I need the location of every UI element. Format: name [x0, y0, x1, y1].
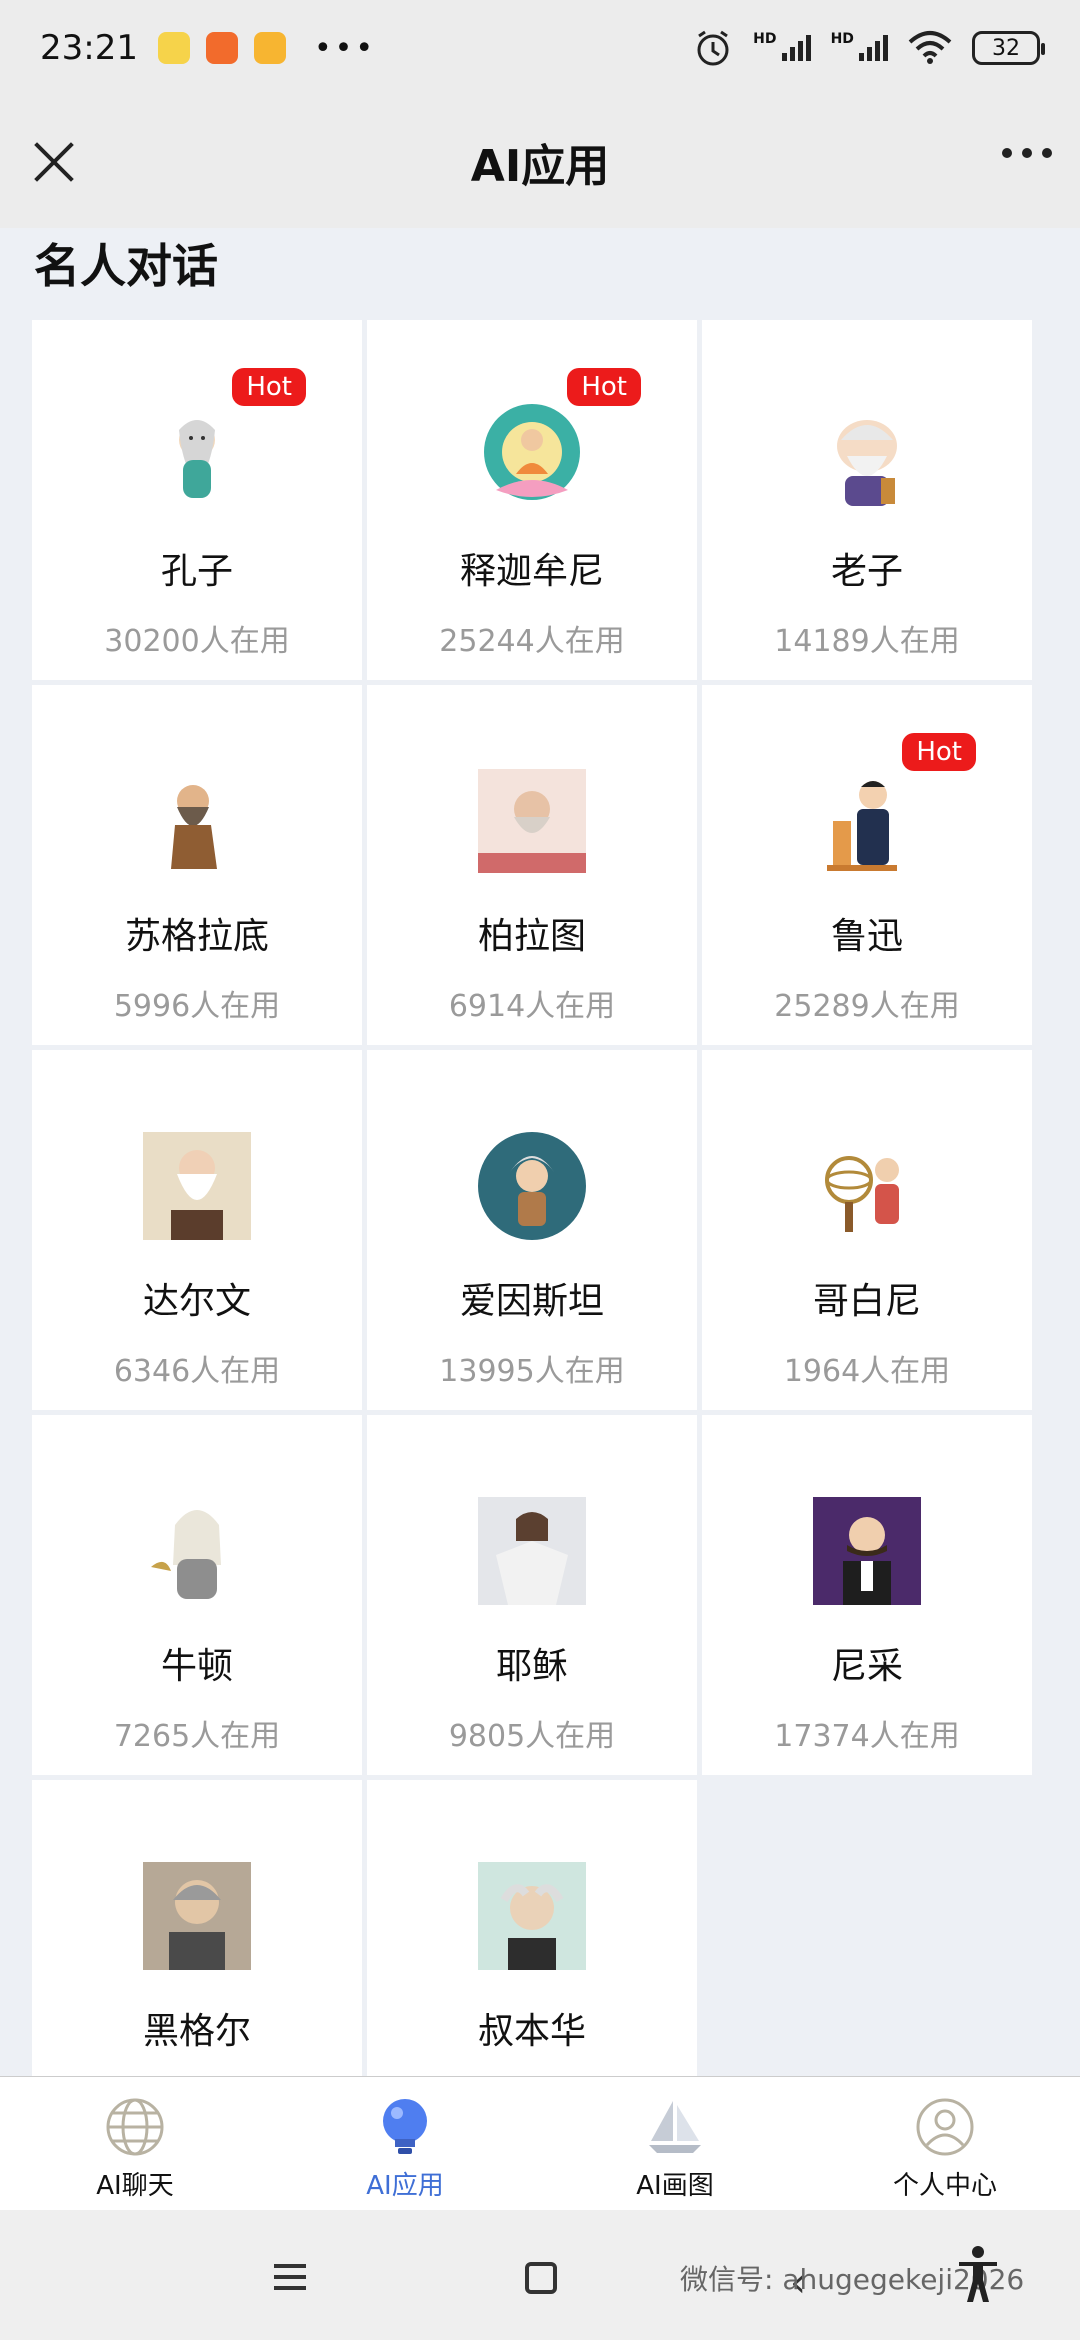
alarm-icon [697, 30, 729, 66]
jesus-avatar-icon [476, 1495, 588, 1607]
usage-count: 30200人在用 [104, 624, 290, 659]
signal-bars-icon [859, 31, 888, 61]
tab-profile[interactable]: 个人中心 [810, 2077, 1080, 2210]
celebrity-card[interactable]: 耶稣 9805人在用 [367, 1415, 697, 1775]
celebrity-name: 牛顿 [160, 1646, 233, 1687]
usage-count: 6346人在用 [113, 1354, 281, 1389]
signal-1: HD [753, 31, 811, 65]
usage-count: 13995人在用 [439, 1354, 625, 1389]
tab-ai-drawing[interactable]: AI画图 [540, 2077, 810, 2210]
celebrity-name: 释迦牟尼 [459, 551, 604, 592]
recent-apps-icon[interactable] [274, 2264, 306, 2290]
copernicus-avatar-icon [811, 1130, 923, 1242]
celebrity-card[interactable]: 尼采 17374人在用 [702, 1415, 1032, 1775]
home-icon[interactable] [525, 2262, 557, 2294]
celebrity-name: 哥白尼 [812, 1281, 921, 1322]
celebrity-name: 孔子 [160, 551, 233, 592]
battery-icon: 32 [972, 31, 1045, 65]
app-header: AI应用 [0, 96, 1080, 228]
close-icon[interactable] [32, 140, 76, 184]
status-time: 23:21 [40, 28, 138, 68]
usage-count: 6914人在用 [448, 989, 616, 1024]
plato-avatar-icon [476, 765, 588, 877]
tab-ai-chat[interactable]: AI聊天 [0, 2077, 270, 2210]
celebrity-card[interactable]: 老子 14189人在用 [702, 320, 1032, 680]
luxun-avatar-icon [811, 765, 923, 877]
socrates-avatar-icon [141, 765, 253, 877]
celebrity-card[interactable]: 牛顿 7265人在用 [32, 1415, 362, 1775]
usage-count: 7265人在用 [113, 1719, 281, 1754]
celebrity-name: 达尔文 [142, 1281, 251, 1322]
tab-label: AI聊天 [96, 2171, 174, 2201]
hot-badge: Hot [902, 733, 976, 771]
tab-label: 个人中心 [892, 2171, 997, 2201]
nietzsche-avatar-icon [811, 1495, 923, 1607]
celebrity-name: 黑格尔 [142, 2011, 251, 2052]
signal-2: HD [831, 31, 888, 65]
status-bar: 23:21 ••• HD HD 32 [0, 0, 1080, 96]
wifi-icon [908, 31, 952, 64]
page-title: AI应用 [470, 141, 610, 192]
usage-count: 5996人在用 [113, 989, 281, 1024]
lightbulb-icon [383, 2099, 427, 2154]
hot-badge: Hot [232, 368, 306, 406]
celebrity-card[interactable]: Hot 释迦牟尼 25244人在用 [367, 320, 697, 680]
confucius-avatar-icon [141, 400, 253, 512]
celebrity-card[interactable]: 爱因斯坦 13995人在用 [367, 1050, 697, 1410]
system-nav-bar: ‹ 微信号: ahugegekeji2026 [0, 2210, 1080, 2340]
celebrity-name: 鲁迅 [830, 916, 903, 957]
celebrity-card[interactable]: Hot 孔子 30200人在用 [32, 320, 362, 680]
tab-label: AI画图 [636, 2171, 714, 2201]
celebrity-name: 尼采 [830, 1646, 903, 1687]
globe-icon [106, 2098, 164, 2156]
sailboat-icon [649, 2101, 701, 2153]
user-icon [916, 2098, 974, 2156]
tab-label: AI应用 [366, 2171, 444, 2201]
section-title: 名人对话 [34, 239, 218, 293]
celebrity-name: 老子 [830, 551, 903, 592]
usage-count: 17374人在用 [774, 1719, 960, 1754]
celebrity-grid: Hot 孔子 30200人在用 Hot 释迦牟尼 25244人在用 老子 14189人在用苏格… [32, 320, 1032, 2140]
kuaishou-icon [205, 32, 238, 64]
celebrity-name: 柏拉图 [477, 916, 586, 957]
celebrity-name: 耶稣 [495, 1646, 568, 1687]
signal-bars-icon [781, 31, 811, 61]
tab-ai-apps[interactable]: AI应用 [270, 2077, 540, 2210]
celebrity-card[interactable]: 柏拉图 6914人在用 [367, 685, 697, 1045]
celebrity-card[interactable]: 苏格拉底 5996人在用 [32, 685, 362, 1045]
celebrity-card[interactable]: 哥白尼 1964人在用 [702, 1050, 1032, 1410]
more-menu-icon[interactable] [1002, 148, 1052, 158]
hot-badge: Hot [567, 368, 641, 406]
more-notifications-icon: ••• [313, 30, 377, 66]
usage-count: 1964人在用 [783, 1354, 951, 1389]
usage-count: 9805人在用 [448, 1719, 616, 1754]
schopenhauer-avatar-icon [476, 1860, 588, 1972]
celebrity-card[interactable]: 达尔文 6346人在用 [32, 1050, 362, 1410]
usage-count: 25289人在用 [774, 989, 960, 1024]
accessibility-icon[interactable] [955, 2244, 1001, 2304]
celebrity-name: 叔本华 [477, 2011, 586, 2052]
newton-avatar-icon [141, 1495, 253, 1607]
usage-count: 14189人在用 [774, 624, 960, 659]
bottom-tab-bar: AI聊天 AI应用 AI画图 个人中心 [0, 2076, 1080, 2210]
celebrity-name: 苏格拉底 [124, 916, 269, 957]
darwin-avatar-icon [141, 1130, 253, 1242]
celebrity-name: 爱因斯坦 [459, 1281, 604, 1322]
laozi-avatar-icon [811, 400, 923, 512]
app-folder-icon [253, 32, 286, 64]
buddha-avatar-icon [476, 400, 588, 512]
usage-count: 25244人在用 [439, 624, 625, 659]
celebrity-card[interactable]: Hot 鲁迅 25289人在用 [702, 685, 1032, 1045]
einstein-avatar-icon [476, 1130, 588, 1242]
hegel-avatar-icon [141, 1860, 253, 1972]
app-notification-icon [157, 32, 190, 64]
